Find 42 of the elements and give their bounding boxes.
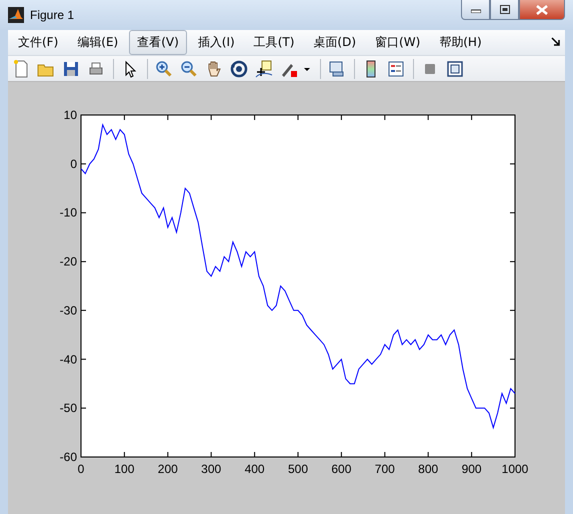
- tick-label: -20: [60, 254, 77, 269]
- tick-label: -60: [60, 450, 77, 464]
- menu-item[interactable]: 查看(V): [129, 30, 187, 55]
- plot-tools-icon[interactable]: [445, 58, 465, 78]
- maximize-icon: [500, 5, 510, 14]
- menu-item[interactable]: 桌面(D): [305, 30, 364, 55]
- window-title: Figure 1: [30, 8, 74, 22]
- tick-label: -30: [60, 303, 77, 318]
- menu-item[interactable]: 工具(T): [246, 30, 302, 55]
- tick-label: 500: [288, 462, 308, 476]
- tick-label: -10: [60, 206, 77, 220]
- menu-item[interactable]: 文件(F): [10, 30, 66, 55]
- rotate-icon[interactable]: [229, 58, 249, 78]
- close-button[interactable]: [519, 0, 565, 20]
- minimize-button[interactable]: [461, 0, 490, 20]
- tick-label: 10: [64, 108, 77, 122]
- tick-label: 1000: [502, 462, 528, 476]
- dock-arrow-icon[interactable]: [551, 37, 561, 47]
- zoom-out-icon[interactable]: [179, 58, 199, 78]
- maximize-button[interactable]: [490, 0, 519, 20]
- menu-item[interactable]: 帮助(H): [431, 30, 490, 55]
- tick-label: -50: [60, 401, 77, 416]
- tick-label: 800: [418, 462, 438, 476]
- tick-label: -40: [60, 352, 77, 366]
- zoom-in-icon[interactable]: [154, 58, 174, 78]
- close-icon: [536, 4, 548, 14]
- menu-item[interactable]: 编辑(E): [69, 30, 126, 55]
- legend-icon[interactable]: [386, 58, 406, 78]
- tick-label: 600: [331, 462, 352, 476]
- tick-label: 0: [78, 462, 84, 476]
- minimize-icon: [470, 6, 480, 12]
- app-logo-icon: [8, 7, 24, 23]
- menu-item[interactable]: 插入(I): [190, 30, 243, 55]
- tick-label: 300: [201, 462, 222, 476]
- tick-label: 200: [158, 462, 178, 476]
- tick-label: 900: [462, 462, 482, 476]
- tick-label: 400: [244, 462, 265, 476]
- tick-label: 100: [114, 462, 134, 476]
- tick-label: 700: [374, 462, 395, 476]
- menu-item[interactable]: 窗口(W): [367, 30, 428, 55]
- tick-label: 0: [70, 156, 77, 171]
- data-cursor-icon[interactable]: [254, 58, 274, 78]
